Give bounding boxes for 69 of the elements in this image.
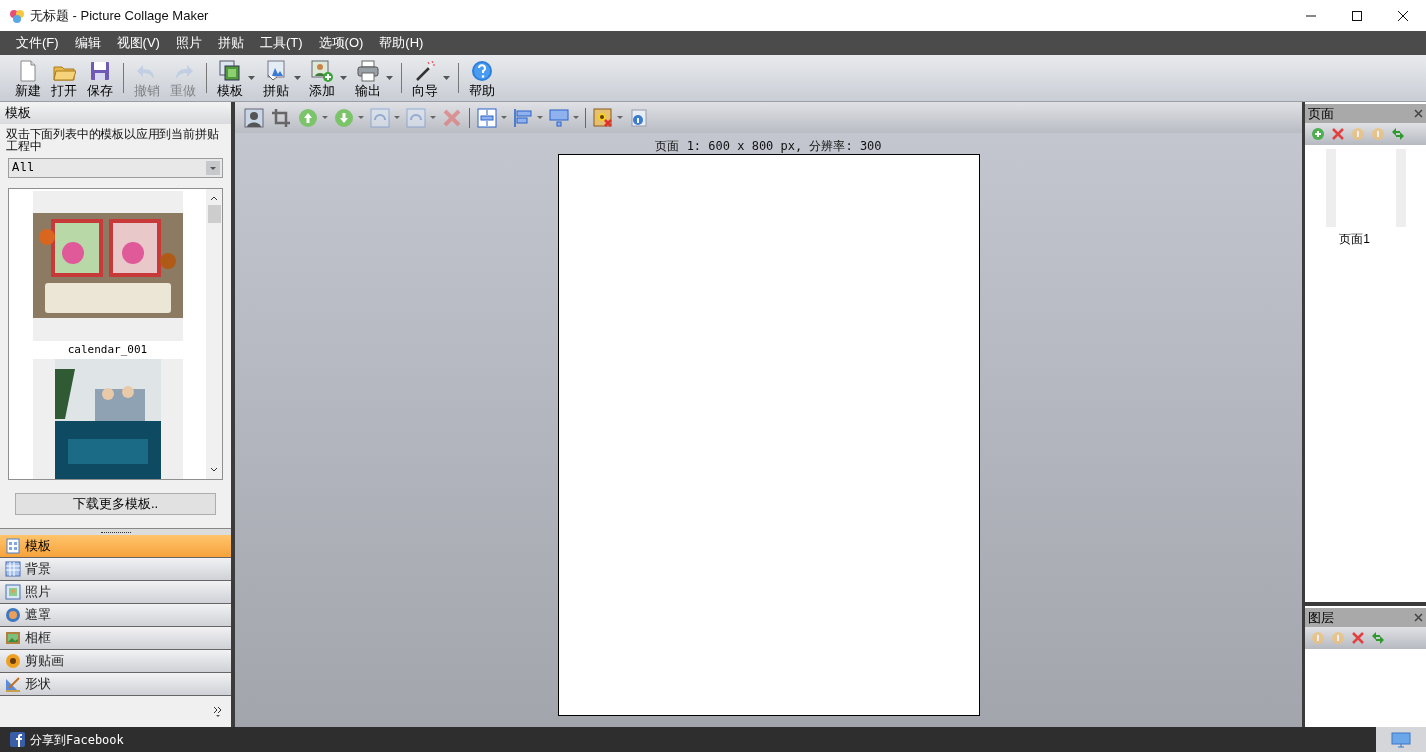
toolbar-button[interactable]: 打开 (46, 55, 82, 101)
template-filter-dropdown[interactable]: All (8, 158, 223, 178)
toolbar-button[interactable]: 向导 (407, 55, 443, 101)
caret-icon[interactable] (358, 116, 366, 119)
nav-tab[interactable]: 背景 (0, 558, 231, 581)
menu-item[interactable]: 工具(T) (251, 31, 311, 55)
add-photo-icon (310, 58, 334, 83)
swap-icon[interactable] (1391, 127, 1405, 141)
app-logo-icon (9, 7, 25, 24)
nav-tab[interactable]: 形状 (0, 673, 231, 696)
help-icon (470, 58, 494, 83)
close-icon[interactable] (1414, 109, 1423, 118)
nav-tab[interactable]: 遮罩 (0, 604, 231, 627)
panel-title: 模板 (0, 102, 231, 124)
delete-icon[interactable] (1331, 127, 1345, 141)
page-info-text: 页面 1: 600 x 800 px, 分辨率: 300 (655, 138, 882, 154)
nav-tab[interactable]: 模板 (0, 535, 231, 558)
photo-icon (5, 584, 21, 600)
toolbar-button[interactable]: 模板 (212, 55, 248, 101)
menu-item[interactable]: 选项(O) (310, 31, 372, 55)
menu-item[interactable]: 帮助(H) (371, 31, 432, 55)
hint-text: 双击下面列表中的模板以应用到当前拼贴工程中 (5, 126, 220, 152)
toolbar-button[interactable]: 输出 (350, 55, 386, 101)
download-more-button[interactable]: 下载更多模板.. (15, 493, 216, 515)
toolbar-button[interactable]: 新建 (10, 55, 46, 101)
ruler-pencil-icon (5, 676, 21, 692)
menu-item[interactable]: 编辑 (66, 31, 109, 55)
caret-icon[interactable] (430, 116, 438, 119)
grid-icon (5, 561, 21, 577)
template-icon (218, 58, 242, 83)
delete-icon[interactable] (1351, 631, 1365, 645)
caret-icon[interactable] (573, 116, 581, 119)
page-label: 页面1 (1339, 231, 1370, 248)
more-chevron-icon[interactable] (213, 705, 223, 719)
close-icon[interactable] (1414, 613, 1423, 622)
scrollbar-thumb[interactable] (207, 205, 221, 223)
toolbar-button[interactable]: 拼贴 (258, 55, 294, 101)
flower-icon (5, 653, 21, 669)
menu-item[interactable]: 拼贴 (209, 31, 252, 55)
monitor-icon[interactable] (1391, 731, 1411, 748)
menu-item[interactable]: 文件(F) (8, 31, 67, 55)
template-icon (5, 538, 21, 554)
caret-icon[interactable] (537, 116, 545, 119)
menu-item[interactable]: 照片 (167, 31, 210, 55)
caret-icon[interactable] (394, 116, 402, 119)
frame-icon (5, 630, 21, 646)
window-title: 无标题 - Picture Collage Maker (30, 6, 209, 25)
toolbar-button[interactable]: 添加 (304, 55, 340, 101)
close-icon (1398, 10, 1408, 21)
nav-tab[interactable]: 照片 (0, 581, 231, 604)
facebook-icon[interactable] (10, 732, 25, 747)
caret-icon[interactable] (322, 116, 330, 119)
collage-icon (264, 58, 288, 83)
scrollbar[interactable] (206, 189, 222, 479)
nav-tab[interactable]: 相框 (0, 627, 231, 650)
panel-title: 页面 (1308, 104, 1334, 123)
swap-icon[interactable] (1371, 631, 1385, 645)
caret-icon[interactable] (501, 116, 509, 119)
toolbar-button[interactable]: 帮助 (464, 55, 500, 101)
nav-tab[interactable]: 剪贴画 (0, 650, 231, 673)
add-icon[interactable] (1311, 127, 1325, 141)
printer-icon (356, 58, 380, 83)
maximize-icon (1352, 10, 1362, 21)
menu-item[interactable]: 视图(V) (108, 31, 168, 55)
share-link[interactable]: 分享到Facebook (30, 730, 124, 749)
toolbar-button[interactable]: 保存 (82, 55, 118, 101)
panel-title: 图层 (1308, 608, 1334, 627)
template-name: calendar_001 (67, 341, 148, 358)
caret-icon[interactable] (617, 116, 625, 119)
